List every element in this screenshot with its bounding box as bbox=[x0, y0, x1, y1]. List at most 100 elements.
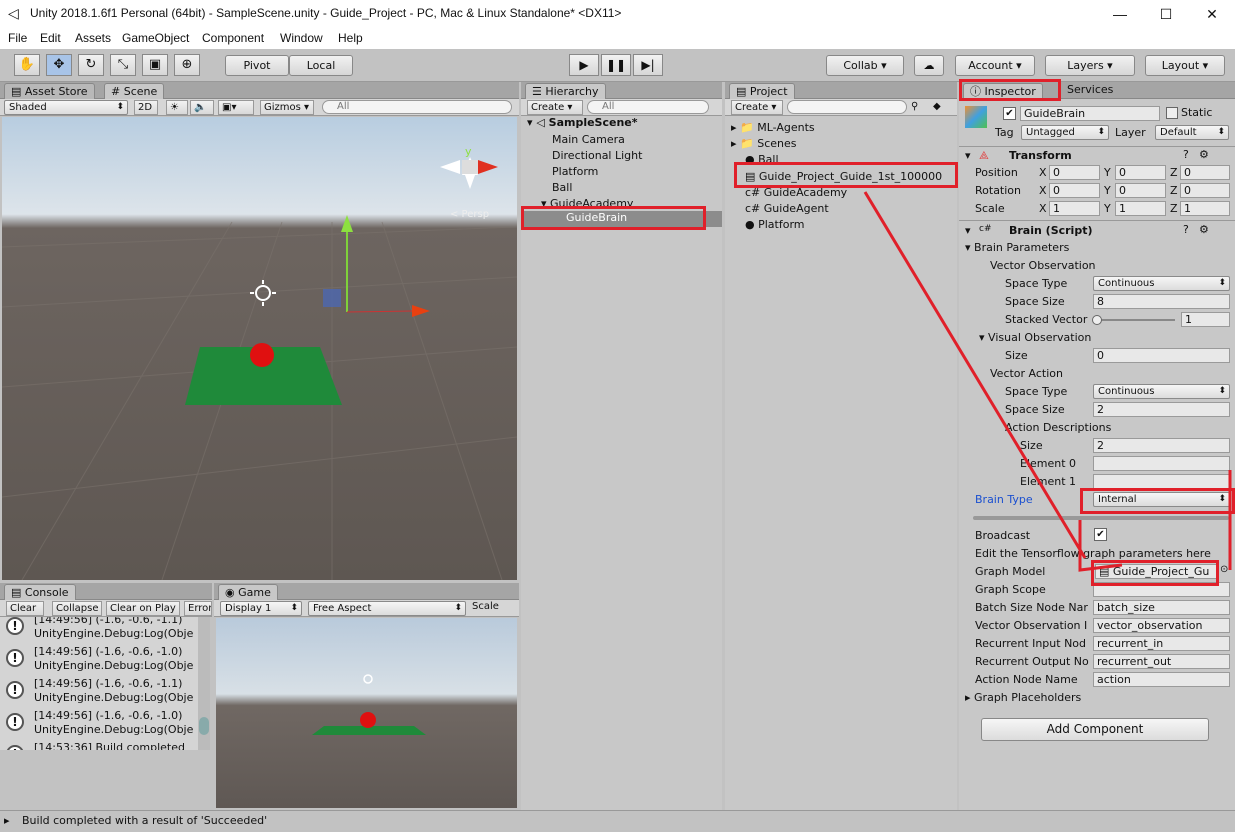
light-toggle-icon[interactable]: ☀ bbox=[166, 100, 188, 115]
rot-y-field[interactable]: 0 bbox=[1115, 183, 1166, 198]
tab-asset-store[interactable]: ▤ Asset Store bbox=[4, 83, 95, 99]
action-space-size-field[interactable]: 2 bbox=[1093, 402, 1230, 417]
rotate-tool-icon[interactable]: ↻ bbox=[78, 54, 104, 76]
help-icon[interactable]: ? bbox=[1183, 148, 1189, 161]
project-item-platform[interactable]: ● Platform bbox=[745, 218, 805, 231]
stacked-vector-field[interactable]: 1 bbox=[1181, 312, 1230, 327]
add-component-button[interactable]: Add Component bbox=[981, 718, 1209, 741]
element0-field[interactable] bbox=[1093, 456, 1230, 471]
tab-game[interactable]: ◉ Game bbox=[218, 584, 278, 600]
tab-services[interactable]: Services bbox=[1067, 83, 1113, 96]
console-clear-button[interactable]: Clear bbox=[6, 601, 44, 616]
menu-assets[interactable]: Assets bbox=[75, 31, 111, 45]
shaded-dropdown[interactable]: Shaded bbox=[4, 100, 128, 115]
pos-y-field[interactable]: 0 bbox=[1115, 165, 1166, 180]
hierarchy-create-button[interactable]: Create ▾ bbox=[527, 100, 583, 115]
pos-z-field[interactable]: 0 bbox=[1180, 165, 1230, 180]
scale-tool-icon[interactable]: ⤡ bbox=[110, 54, 136, 76]
filter-type-icon[interactable]: ⚲ bbox=[911, 101, 918, 112]
brain-foldout-icon[interactable]: ▾ bbox=[965, 224, 971, 237]
project-item-ml-agents[interactable]: ▸ 📁 ML-Agents bbox=[731, 121, 815, 134]
scene-search-input[interactable]: All bbox=[322, 100, 512, 114]
graph-placeholders-foldout[interactable]: ▸ Graph Placeholders bbox=[965, 691, 1081, 704]
visual-size-field[interactable]: 0 bbox=[1093, 348, 1230, 363]
hierarchy-item-main-camera[interactable]: Main Camera bbox=[552, 133, 625, 146]
hierarchy-item-directional-light[interactable]: Directional Light bbox=[552, 149, 642, 162]
console-row[interactable]: ! [14:49:56] (-1.6, -0.6, -1.0) UnityEngin… bbox=[4, 707, 198, 739]
play-icon[interactable]: ▶ bbox=[569, 54, 599, 76]
active-checkbox[interactable]: ✔ bbox=[1003, 107, 1016, 120]
console-collapse-button[interactable]: Collapse bbox=[52, 601, 102, 616]
brain-settings-gear-icon[interactable]: ⚙ bbox=[1199, 223, 1209, 236]
object-picker-icon[interactable]: ⊙ bbox=[1220, 564, 1228, 575]
console-scrollbar-thumb[interactable] bbox=[199, 717, 209, 735]
static-checkbox[interactable] bbox=[1166, 107, 1178, 119]
layout-dropdown[interactable]: Layout ▾ bbox=[1145, 55, 1225, 76]
step-icon[interactable]: ▶| bbox=[633, 54, 663, 76]
obs-space-size-field[interactable]: 8 bbox=[1093, 294, 1230, 309]
tab-scene[interactable]: # Scene bbox=[104, 83, 165, 99]
minimize-icon[interactable]: — bbox=[1100, 2, 1140, 26]
project-search-input[interactable] bbox=[787, 100, 907, 114]
cloud-icon[interactable]: ☁ bbox=[914, 55, 944, 76]
tab-hierarchy[interactable]: ☰ Hierarchy bbox=[525, 83, 606, 99]
stacked-slider-track[interactable] bbox=[1095, 319, 1175, 321]
audio-toggle-icon[interactable]: 🔈 bbox=[190, 100, 214, 115]
scene-viewport[interactable]: y < Persp bbox=[2, 117, 517, 580]
console-log-list[interactable]: ! [14:49:56] (-1.6, -0.6, -1.1) UnityEngin… bbox=[0, 617, 198, 750]
transform-tool-icon[interactable]: ⊕ bbox=[174, 54, 200, 76]
brain-script-header[interactable]: Brain (Script) bbox=[1009, 224, 1093, 237]
layer-dropdown[interactable]: Default bbox=[1155, 125, 1229, 140]
scene-orientation-gizmo[interactable]: y bbox=[440, 145, 498, 189]
object-name-field[interactable]: GuideBrain bbox=[1020, 106, 1160, 121]
scl-z-field[interactable]: 1 bbox=[1180, 201, 1230, 216]
maximize-icon[interactable]: ☐ bbox=[1146, 2, 1186, 26]
scl-x-field[interactable]: 1 bbox=[1049, 201, 1100, 216]
move-tool-icon[interactable]: ✥ bbox=[46, 54, 72, 76]
console-row[interactable]: ! [14:53:36] Build completed bbox=[4, 739, 198, 750]
account-dropdown[interactable]: Account ▾ bbox=[955, 55, 1035, 76]
action-node-field[interactable]: action bbox=[1093, 672, 1230, 687]
filter-label-icon[interactable]: ◆ bbox=[933, 101, 941, 112]
console-row[interactable]: ! [14:49:56] (-1.6, -0.6, -1.1) UnityEngin… bbox=[4, 617, 198, 643]
scene-root-item[interactable]: ▾ ◁ SampleScene* bbox=[527, 116, 638, 129]
gizmos-dropdown[interactable]: Gizmos ▾ bbox=[260, 100, 314, 115]
console-row[interactable]: ! [14:49:56] (-1.6, -0.6, -1.1) UnityEngin… bbox=[4, 675, 198, 707]
visual-obs-foldout[interactable]: ▾ Visual Observation bbox=[979, 331, 1091, 344]
project-create-button[interactable]: Create ▾ bbox=[731, 100, 783, 115]
hierarchy-search-input[interactable]: All bbox=[587, 100, 709, 114]
pivot-button[interactable]: Pivot bbox=[225, 55, 289, 76]
rect-tool-icon[interactable]: ▣ bbox=[142, 54, 168, 76]
menu-edit[interactable]: Edit bbox=[40, 31, 61, 45]
pause-icon[interactable]: ❚❚ bbox=[601, 54, 631, 76]
menu-component[interactable]: Component bbox=[202, 31, 264, 45]
console-scrollbar[interactable] bbox=[198, 617, 210, 750]
tab-console[interactable]: ▤ Console bbox=[4, 584, 76, 600]
layers-dropdown[interactable]: Layers ▾ bbox=[1045, 55, 1135, 76]
settings-gear-icon[interactable]: ⚙ bbox=[1199, 148, 1209, 161]
project-item-guide-agent[interactable]: c# GuideAgent bbox=[745, 202, 829, 215]
brain-help-icon[interactable]: ? bbox=[1183, 223, 1189, 236]
menu-file[interactable]: File bbox=[8, 31, 27, 45]
hierarchy-item-platform[interactable]: Platform bbox=[552, 165, 598, 178]
status-text[interactable]: Build completed with a result of 'Succee… bbox=[22, 814, 267, 827]
close-icon[interactable]: ✕ bbox=[1192, 2, 1232, 26]
hand-tool-icon[interactable]: ✋ bbox=[14, 54, 40, 76]
vector-obs-node-field[interactable]: vector_observation bbox=[1093, 618, 1230, 633]
collab-button[interactable]: Collab ▾ bbox=[826, 55, 904, 76]
tab-project[interactable]: ▤ Project bbox=[729, 83, 795, 99]
transform-foldout-icon[interactable]: ▾ bbox=[965, 149, 971, 162]
aspect-dropdown[interactable]: Free Aspect bbox=[308, 601, 466, 616]
pos-x-field[interactable]: 0 bbox=[1049, 165, 1100, 180]
console-error-pause-button[interactable]: Error bbox=[184, 601, 212, 616]
batch-size-field[interactable]: batch_size bbox=[1093, 600, 1230, 615]
ball[interactable] bbox=[250, 343, 274, 367]
rec-in-field[interactable]: recurrent_in bbox=[1093, 636, 1230, 651]
action-desc-size-field[interactable]: 2 bbox=[1093, 438, 1230, 453]
rec-out-field[interactable]: recurrent_out bbox=[1093, 654, 1230, 669]
stacked-slider-thumb[interactable] bbox=[1092, 315, 1102, 325]
game-viewport[interactable] bbox=[216, 618, 517, 808]
tag-dropdown[interactable]: Untagged bbox=[1021, 125, 1109, 140]
obs-space-type-dropdown[interactable]: Continuous bbox=[1093, 276, 1230, 291]
broadcast-checkbox[interactable]: ✔ bbox=[1094, 528, 1107, 541]
